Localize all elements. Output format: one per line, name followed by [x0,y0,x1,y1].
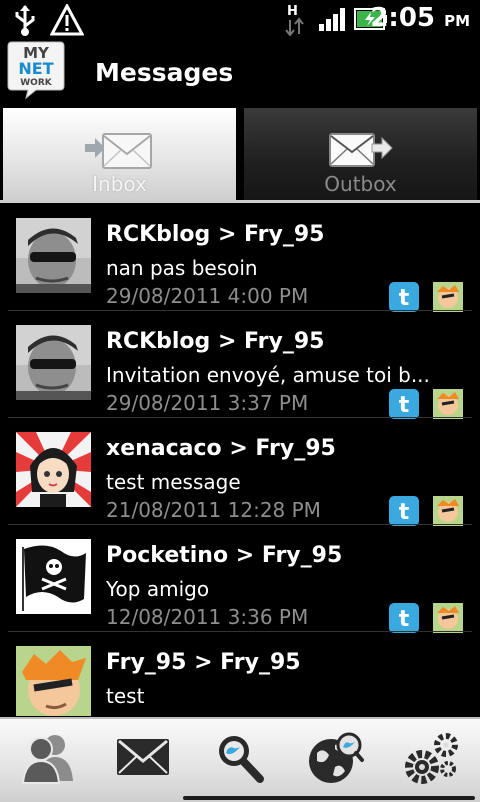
twitter-icon: t [389,496,419,526]
clock: 2:05 PM [370,3,470,33]
user-avatar-icon [433,496,463,526]
svg-text:t: t [399,393,410,418]
message-preview: test message [106,470,241,494]
tab-underline [0,200,480,203]
warning-icon [50,4,84,36]
message-row[interactable]: RCKblog > Fry_95 Invitation envoyé, amus… [0,311,480,419]
message-sender: RCKblog > Fry_95 [106,222,325,247]
message-sender: xenacaco > Fry_95 [106,436,336,461]
tab-inbox-label: Inbox [92,172,147,196]
user-avatar-icon [433,282,463,312]
twitter-search-icon[interactable] [210,729,270,787]
inbox-envelope-icon [85,133,152,169]
svg-text:t: t [399,500,410,525]
hspa-data-icon: H [285,4,304,36]
message-date: 21/08/2011 12:28 PM [106,498,321,522]
app-header: MY NET WORK Messages [0,38,480,106]
message-date: 12/08/2011 3:36 PM [106,605,309,629]
message-date: 29/08/2011 4:00 PM [106,284,309,308]
signal-icon [319,8,345,31]
svg-text:t: t [399,286,410,311]
user-avatar-icon [433,603,463,633]
message-date: 29/08/2011 3:37 PM [106,391,309,415]
svg-text:H: H [287,4,298,19]
contacts-icon[interactable] [17,729,77,787]
message-row[interactable]: xenacaco > Fry_95 test message 21/08/201… [0,418,480,526]
tab-bar: Inbox Outbox [0,106,480,203]
logo-text-work: WORK [20,78,53,88]
message-sender: Fry_95 > Fry_95 [106,650,301,675]
bottom-nav [0,717,480,802]
message-preview: nan pas besoin [106,256,258,280]
message-sender: RCKblog > Fry_95 [106,329,325,354]
user-avatar-icon [433,389,463,419]
avatar [16,432,91,507]
twitter-icon: t [389,282,419,312]
avatar [16,218,91,293]
nav-handle [183,796,475,800]
message-preview: Yop amigo [106,577,210,601]
usb-icon [15,5,35,36]
tab-inbox[interactable]: Inbox [3,108,236,200]
logo-text-net: NET [18,59,53,78]
twitter-icon: t [389,389,419,419]
app-logo-icon: MY NET WORK [7,41,65,100]
status-bar: H 2:05 PM [0,0,480,38]
svg-text:t: t [399,607,410,632]
message-preview: Invitation envoyé, amuse toi b... [106,363,430,387]
message-preview: test [106,684,145,708]
settings-icon[interactable] [402,729,462,787]
message-list[interactable]: RCKblog > Fry_95 nan pas besoin 29/08/20… [0,204,480,716]
tab-outbox-label: Outbox [324,172,397,196]
message-row[interactable]: Fry_95 > Fry_95 test [0,632,480,716]
avatar [16,646,91,716]
twitter-icon: t [389,603,419,633]
tab-outbox[interactable]: Outbox [244,108,477,200]
message-row[interactable]: RCKblog > Fry_95 nan pas besoin 29/08/20… [0,204,480,312]
page-title: Messages [95,58,234,87]
world-twitter-icon[interactable] [305,729,365,787]
message-row[interactable]: Pocketino > Fry_95 Yop amigo 12/08/2011 … [0,525,480,633]
outbox-envelope-icon [329,133,393,167]
avatar [16,325,91,400]
message-sender: Pocketino > Fry_95 [106,543,343,568]
avatar [16,539,91,614]
messages-icon[interactable] [113,729,173,787]
